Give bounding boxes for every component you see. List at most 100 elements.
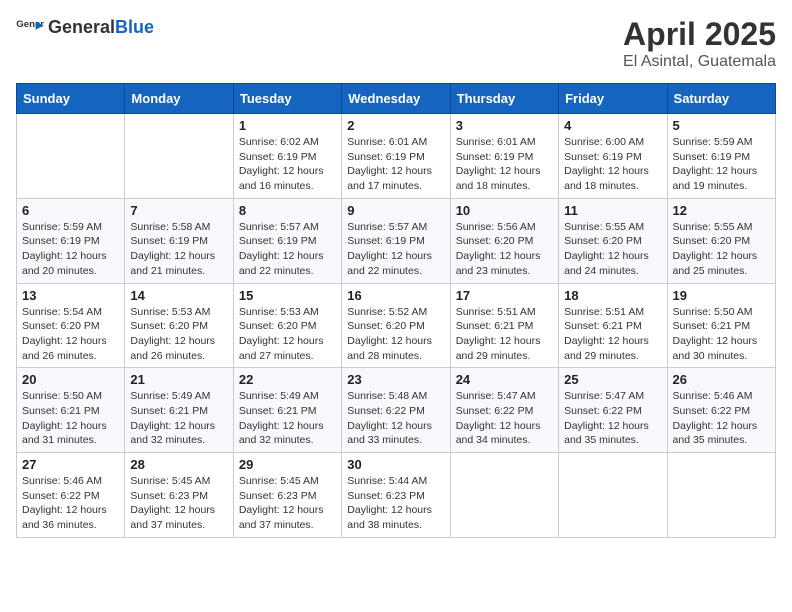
- day-number: 21: [130, 372, 227, 387]
- day-number: 8: [239, 203, 336, 218]
- week-row-2: 13 Sunrise: 5:54 AM Sunset: 6:20 PM Dayli…: [17, 283, 776, 368]
- day-number: 5: [673, 118, 770, 133]
- week-row-0: 1 Sunrise: 6:02 AM Sunset: 6:19 PM Daylig…: [17, 114, 776, 199]
- day-number: 22: [239, 372, 336, 387]
- logo-icon: General: [16, 16, 44, 38]
- day-number: 23: [347, 372, 444, 387]
- header-saturday: Saturday: [667, 84, 775, 114]
- calendar-table: SundayMondayTuesdayWednesdayThursdayFrid…: [16, 83, 776, 538]
- day-info: Sunrise: 5:45 AM Sunset: 6:23 PM Dayligh…: [130, 474, 227, 533]
- title-area: April 2025 El Asintal, Guatemala: [623, 16, 776, 71]
- day-info: Sunrise: 6:00 AM Sunset: 6:19 PM Dayligh…: [564, 135, 661, 194]
- day-info: Sunrise: 5:47 AM Sunset: 6:22 PM Dayligh…: [564, 389, 661, 448]
- day-info: Sunrise: 5:51 AM Sunset: 6:21 PM Dayligh…: [456, 305, 553, 364]
- logo-general: General: [48, 17, 115, 37]
- calendar-cell: 29Sunrise: 5:45 AM Sunset: 6:23 PM Dayli…: [233, 453, 341, 538]
- calendar-cell: 19Sunrise: 5:50 AM Sunset: 6:21 PM Dayli…: [667, 283, 775, 368]
- day-number: 3: [456, 118, 553, 133]
- logo-blue: Blue: [115, 17, 154, 37]
- calendar-cell: 28 Sunrise: 5:45 AM Sunset: 6:23 PM Dayli…: [125, 453, 233, 538]
- day-number: 11: [564, 203, 661, 218]
- calendar-cell: 18Sunrise: 5:51 AM Sunset: 6:21 PM Dayli…: [559, 283, 667, 368]
- day-number: 30: [347, 457, 444, 472]
- calendar-cell: [450, 453, 558, 538]
- day-number: 24: [456, 372, 553, 387]
- calendar-cell: [667, 453, 775, 538]
- day-info: Sunrise: 5:52 AM Sunset: 6:20 PM Dayligh…: [347, 305, 444, 364]
- day-number: 16: [347, 288, 444, 303]
- day-number: 12: [673, 203, 770, 218]
- calendar-cell: 17 Sunrise: 5:51 AM Sunset: 6:21 PM Dayli…: [450, 283, 558, 368]
- day-number: 13: [22, 288, 119, 303]
- calendar-cell: 5 Sunrise: 5:59 AM Sunset: 6:19 PM Daylig…: [667, 114, 775, 199]
- day-info: Sunrise: 5:50 AM Sunset: 6:21 PM Dayligh…: [22, 389, 119, 448]
- day-number: 7: [130, 203, 227, 218]
- calendar-cell: 27 Sunrise: 5:46 AM Sunset: 6:22 PM Dayli…: [17, 453, 125, 538]
- calendar-cell: 14 Sunrise: 5:53 AM Sunset: 6:20 PM Dayli…: [125, 283, 233, 368]
- week-row-4: 27 Sunrise: 5:46 AM Sunset: 6:22 PM Dayli…: [17, 453, 776, 538]
- day-number: 26: [673, 372, 770, 387]
- calendar-cell: 10Sunrise: 5:56 AM Sunset: 6:20 PM Dayli…: [450, 198, 558, 283]
- day-info: Sunrise: 6:02 AM Sunset: 6:19 PM Dayligh…: [239, 135, 336, 194]
- day-number: 1: [239, 118, 336, 133]
- week-row-3: 20Sunrise: 5:50 AM Sunset: 6:21 PM Dayli…: [17, 368, 776, 453]
- week-row-1: 6 Sunrise: 5:59 AM Sunset: 6:19 PM Daylig…: [17, 198, 776, 283]
- calendar-cell: 30 Sunrise: 5:44 AM Sunset: 6:23 PM Dayli…: [342, 453, 450, 538]
- day-info: Sunrise: 5:46 AM Sunset: 6:22 PM Dayligh…: [22, 474, 119, 533]
- day-info: Sunrise: 5:57 AM Sunset: 6:19 PM Dayligh…: [239, 220, 336, 279]
- day-info: Sunrise: 5:55 AM Sunset: 6:20 PM Dayligh…: [564, 220, 661, 279]
- day-info: Sunrise: 5:58 AM Sunset: 6:19 PM Dayligh…: [130, 220, 227, 279]
- calendar-cell: 24Sunrise: 5:47 AM Sunset: 6:22 PM Dayli…: [450, 368, 558, 453]
- day-number: 4: [564, 118, 661, 133]
- calendar-cell: 16 Sunrise: 5:52 AM Sunset: 6:20 PM Dayli…: [342, 283, 450, 368]
- day-number: 9: [347, 203, 444, 218]
- header-friday: Friday: [559, 84, 667, 114]
- calendar-cell: 21 Sunrise: 5:49 AM Sunset: 6:21 PM Dayli…: [125, 368, 233, 453]
- calendar-cell: 6 Sunrise: 5:59 AM Sunset: 6:19 PM Daylig…: [17, 198, 125, 283]
- calendar-cell: 12Sunrise: 5:55 AM Sunset: 6:20 PM Dayli…: [667, 198, 775, 283]
- calendar-cell: 4 Sunrise: 6:00 AM Sunset: 6:19 PM Daylig…: [559, 114, 667, 199]
- day-info: Sunrise: 5:59 AM Sunset: 6:19 PM Dayligh…: [22, 220, 119, 279]
- day-number: 28: [130, 457, 227, 472]
- day-number: 2: [347, 118, 444, 133]
- day-info: Sunrise: 5:53 AM Sunset: 6:20 PM Dayligh…: [239, 305, 336, 364]
- calendar-cell: [17, 114, 125, 199]
- header-tuesday: Tuesday: [233, 84, 341, 114]
- day-number: 10: [456, 203, 553, 218]
- day-info: Sunrise: 5:44 AM Sunset: 6:23 PM Dayligh…: [347, 474, 444, 533]
- calendar-cell: 23Sunrise: 5:48 AM Sunset: 6:22 PM Dayli…: [342, 368, 450, 453]
- day-info: Sunrise: 6:01 AM Sunset: 6:19 PM Dayligh…: [347, 135, 444, 194]
- calendar-cell: 8 Sunrise: 5:57 AM Sunset: 6:19 PM Daylig…: [233, 198, 341, 283]
- logo: General GeneralBlue: [16, 16, 154, 38]
- calendar-cell: 22 Sunrise: 5:49 AM Sunset: 6:21 PM Dayli…: [233, 368, 341, 453]
- day-number: 15: [239, 288, 336, 303]
- day-info: Sunrise: 5:53 AM Sunset: 6:20 PM Dayligh…: [130, 305, 227, 364]
- calendar-cell: 7 Sunrise: 5:58 AM Sunset: 6:19 PM Daylig…: [125, 198, 233, 283]
- calendar-cell: 13 Sunrise: 5:54 AM Sunset: 6:20 PM Dayli…: [17, 283, 125, 368]
- calendar-header-row: SundayMondayTuesdayWednesdayThursdayFrid…: [17, 84, 776, 114]
- day-number: 6: [22, 203, 119, 218]
- month-title: April 2025: [623, 16, 776, 53]
- location-title: El Asintal, Guatemala: [623, 53, 776, 71]
- day-info: Sunrise: 5:45 AM Sunset: 6:23 PM Dayligh…: [239, 474, 336, 533]
- day-info: Sunrise: 5:49 AM Sunset: 6:21 PM Dayligh…: [130, 389, 227, 448]
- header-monday: Monday: [125, 84, 233, 114]
- calendar-cell: 25 Sunrise: 5:47 AM Sunset: 6:22 PM Dayli…: [559, 368, 667, 453]
- calendar-cell: 2 Sunrise: 6:01 AM Sunset: 6:19 PM Daylig…: [342, 114, 450, 199]
- day-number: 14: [130, 288, 227, 303]
- day-info: Sunrise: 5:59 AM Sunset: 6:19 PM Dayligh…: [673, 135, 770, 194]
- day-info: Sunrise: 6:01 AM Sunset: 6:19 PM Dayligh…: [456, 135, 553, 194]
- calendar-cell: [559, 453, 667, 538]
- calendar-cell: [125, 114, 233, 199]
- day-number: 17: [456, 288, 553, 303]
- header-sunday: Sunday: [17, 84, 125, 114]
- day-number: 25: [564, 372, 661, 387]
- day-number: 19: [673, 288, 770, 303]
- day-info: Sunrise: 5:51 AM Sunset: 6:21 PM Dayligh…: [564, 305, 661, 364]
- header: General GeneralBlue April 2025 El Asinta…: [16, 16, 776, 71]
- day-info: Sunrise: 5:49 AM Sunset: 6:21 PM Dayligh…: [239, 389, 336, 448]
- day-info: Sunrise: 5:54 AM Sunset: 6:20 PM Dayligh…: [22, 305, 119, 364]
- day-number: 27: [22, 457, 119, 472]
- header-wednesday: Wednesday: [342, 84, 450, 114]
- calendar-cell: 15 Sunrise: 5:53 AM Sunset: 6:20 PM Dayli…: [233, 283, 341, 368]
